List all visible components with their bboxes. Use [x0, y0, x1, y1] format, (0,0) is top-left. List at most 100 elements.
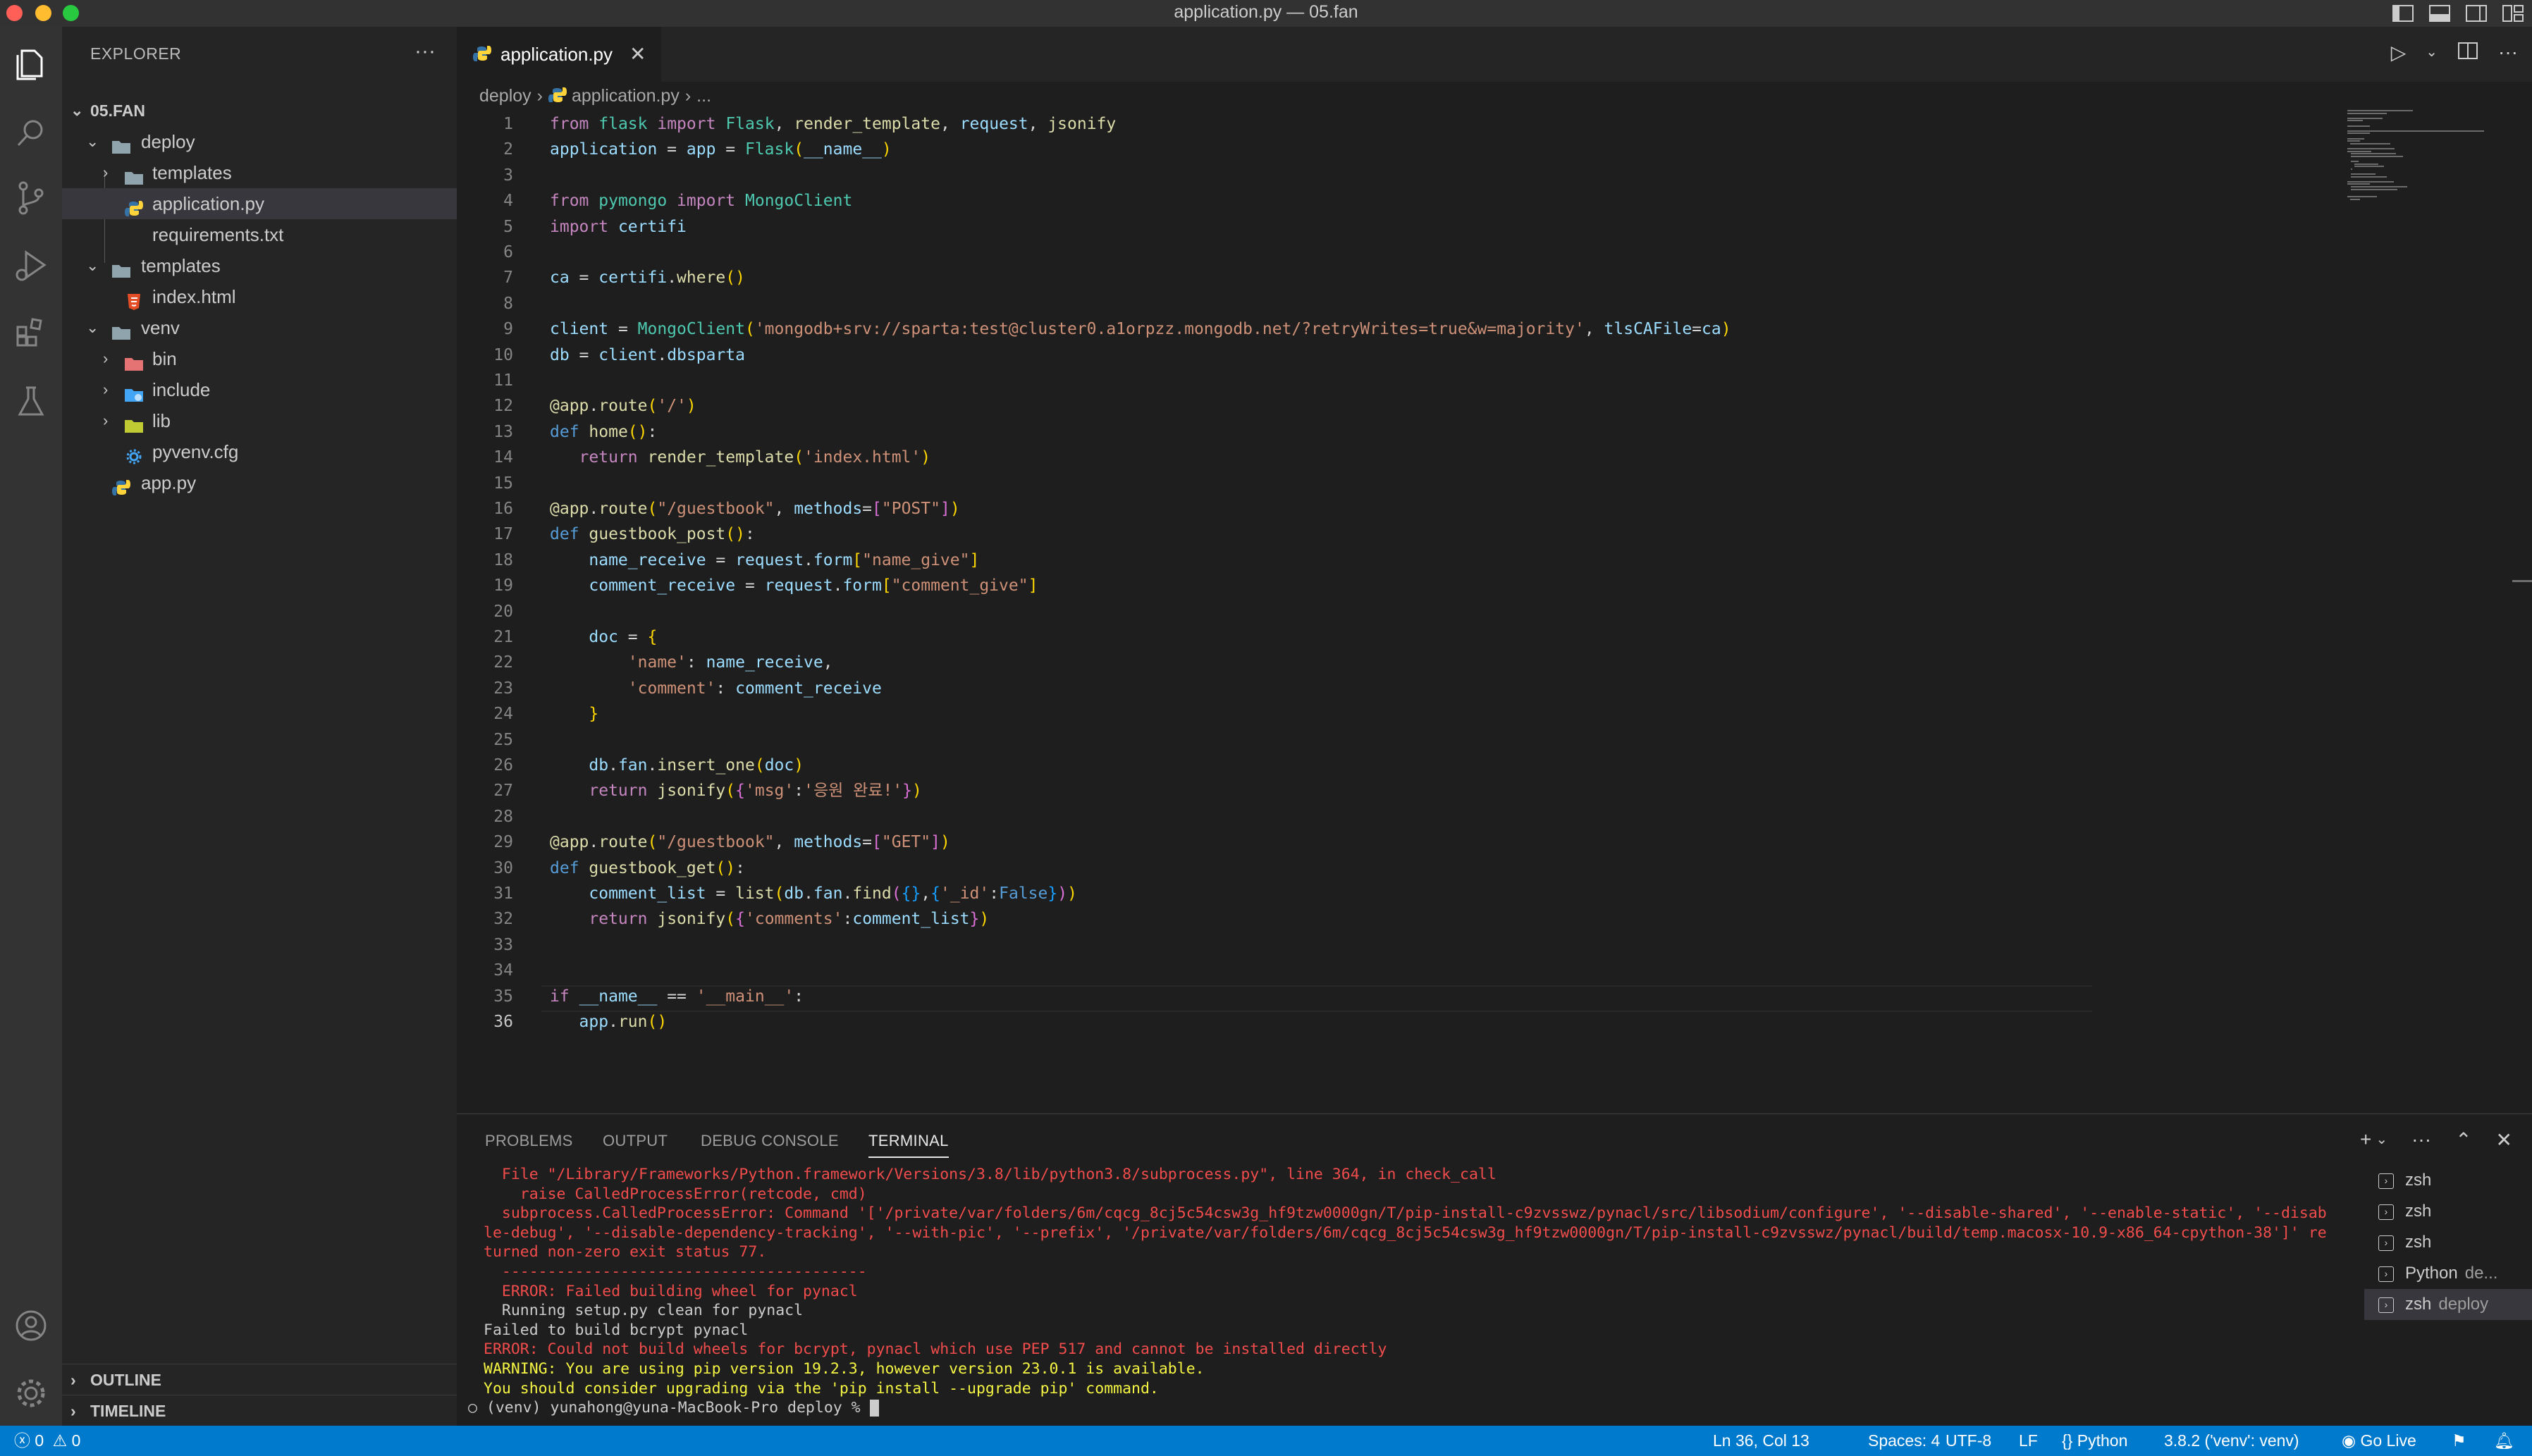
testing-icon[interactable]: [9, 379, 53, 423]
tab-application-py[interactable]: application.py ✕: [457, 27, 661, 82]
code-line[interactable]: 7 ca = certifi.where(): [457, 265, 2339, 290]
code-line[interactable]: 20: [457, 599, 2339, 624]
go-live-button[interactable]: ◉ Go Live: [2342, 1426, 2416, 1456]
code-editor[interactable]: 1 from flask import Flask, render_templat…: [457, 110, 2532, 1113]
code-line[interactable]: 29 @app.route("/guestbook", methods=["GET…: [457, 829, 2339, 855]
code-line[interactable]: 10 db = client.dbsparta: [457, 343, 2339, 368]
code-line[interactable]: 27 return jsonify({'msg':'응원 완료!'}): [457, 778, 2339, 803]
end-of-line[interactable]: LF: [2019, 1426, 2038, 1456]
code-line[interactable]: 18 name_receive = request.form["name_giv…: [457, 548, 2339, 573]
extensions-icon[interactable]: [9, 311, 53, 355]
code-line[interactable]: 14 return render_template('index.html'): [457, 445, 2339, 470]
code-line[interactable]: 23 'comment': comment_receive: [457, 676, 2339, 701]
tree-file-application-py[interactable]: application.py: [62, 188, 457, 219]
code-line[interactable]: 31 comment_list = list(db.fan.find({},{'…: [457, 881, 2339, 906]
tree-folder-templates[interactable]: › templates: [62, 157, 457, 188]
timeline-section[interactable]: › TIMELINE: [62, 1395, 457, 1426]
new-terminal-icon[interactable]: +: [2360, 1128, 2371, 1152]
code-line[interactable]: 5 import certifi: [457, 214, 2339, 240]
language-mode[interactable]: {} Python: [2062, 1426, 2127, 1456]
tree-folder-include[interactable]: › include: [62, 374, 457, 405]
code-line[interactable]: 36 app.run(): [457, 1009, 2339, 1035]
tab-problems[interactable]: PROBLEMS: [485, 1121, 573, 1161]
code-line[interactable]: 15: [457, 471, 2339, 496]
tree-file-index-html[interactable]: index.html: [62, 281, 457, 312]
code-line[interactable]: 17 def guestbook_post():: [457, 522, 2339, 547]
settings-gear-icon[interactable]: [9, 1371, 53, 1415]
terminal-item[interactable]: › Python de...: [2364, 1258, 2532, 1289]
maximize-panel-icon[interactable]: ⌃: [2455, 1128, 2471, 1152]
code-line[interactable]: 8: [457, 291, 2339, 316]
source-control-icon[interactable]: [9, 176, 53, 220]
notifications-icon[interactable]: 🔔︎: [2494, 1426, 2514, 1456]
terminal-item-active[interactable]: › zsh deploy: [2364, 1289, 2532, 1320]
python-interpreter[interactable]: 3.8.2 ('venv': venv): [2164, 1426, 2299, 1456]
tree-file-requirements-txt[interactable]: requirements.txt: [62, 219, 457, 250]
code-line[interactable]: 6: [457, 240, 2339, 265]
tree-file-pyvenv-cfg[interactable]: pyvenv.cfg: [62, 436, 457, 467]
code-line[interactable]: 9 client = MongoClient('mongodb+srv://spa…: [457, 316, 2339, 342]
code-line[interactable]: 13 def home():: [457, 419, 2339, 445]
explorer-more-actions-button[interactable]: ···: [414, 39, 436, 68]
code-line[interactable]: 22 'name': name_receive,: [457, 650, 2339, 675]
cursor-position[interactable]: Ln 36, Col 13: [1713, 1426, 1809, 1456]
code-line[interactable]: 21 doc = {: [457, 624, 2339, 650]
terminal-item[interactable]: › zsh: [2364, 1227, 2532, 1258]
chevron-down-icon[interactable]: ⌄: [2376, 1128, 2387, 1152]
code-line[interactable]: 24 }: [457, 701, 2339, 727]
tab-debug-console[interactable]: DEBUG CONSOLE: [701, 1121, 839, 1161]
tree-folder-venv[interactable]: ⌄ venv: [62, 312, 457, 343]
split-editor-icon[interactable]: [2457, 41, 2478, 66]
run-debug-icon[interactable]: [9, 244, 53, 288]
code-line[interactable]: 4 from pymongo import MongoClient: [457, 188, 2339, 214]
code-line[interactable]: 19 comment_receive = request.form["comme…: [457, 573, 2339, 598]
search-icon[interactable]: [9, 111, 53, 155]
tree-file-app-py[interactable]: app.py: [62, 467, 457, 498]
more-actions-icon[interactable]: ···: [2411, 1128, 2431, 1152]
code-line[interactable]: 1 from flask import Flask, render_templat…: [457, 111, 2339, 137]
tree-folder-deploy[interactable]: ⌄ deploy: [62, 126, 457, 157]
account-icon[interactable]: [9, 1304, 53, 1347]
code-line[interactable]: 2 application = app = Flask(__name__): [457, 137, 2339, 162]
code-line[interactable]: 25: [457, 727, 2339, 753]
tree-folder-bin[interactable]: › bin: [62, 343, 457, 374]
tab-output[interactable]: OUTPUT: [603, 1121, 668, 1161]
tree-folder-templates-root[interactable]: ⌄ templates: [62, 250, 457, 281]
breadcrumb-symbol[interactable]: ...: [696, 86, 711, 106]
code-line[interactable]: 26 db.fan.insert_one(doc): [457, 753, 2339, 778]
toggle-panel-icon[interactable]: [2428, 3, 2452, 24]
breadcrumb-file[interactable]: application.py: [572, 86, 680, 106]
run-python-file-icon[interactable]: ▷: [2391, 41, 2407, 66]
code-line[interactable]: 3: [457, 163, 2339, 188]
close-panel-icon[interactable]: ✕: [2496, 1128, 2512, 1152]
minimap[interactable]: [2347, 110, 2509, 223]
code-line[interactable]: 34: [457, 958, 2339, 983]
tab-terminal[interactable]: TERMINAL: [868, 1125, 949, 1158]
code-line[interactable]: 28: [457, 804, 2339, 829]
breadcrumb-folder[interactable]: deploy: [479, 86, 531, 106]
terminal-item[interactable]: › zsh: [2364, 1165, 2532, 1196]
more-actions-icon[interactable]: ···: [2498, 41, 2518, 66]
terminal-output[interactable]: File "/Library/Frameworks/Python.framewo…: [468, 1165, 2330, 1426]
terminal-item[interactable]: › zsh: [2364, 1196, 2532, 1227]
toggle-primary-sidebar-icon[interactable]: [2391, 3, 2415, 24]
toggle-secondary-sidebar-icon[interactable]: [2464, 3, 2488, 24]
code-line[interactable]: 30 def guestbook_get():: [457, 856, 2339, 881]
chevron-down-icon[interactable]: ⌄: [2426, 41, 2438, 66]
indentation[interactable]: Spaces: 4: [1868, 1426, 1940, 1456]
outline-section[interactable]: › OUTLINE: [62, 1364, 457, 1395]
tree-folder-lib[interactable]: › lib: [62, 405, 457, 436]
code-line[interactable]: 32 return jsonify({'comments':comment_li…: [457, 906, 2339, 932]
explorer-icon[interactable]: [9, 42, 53, 86]
code-line[interactable]: 12 @app.route('/'): [457, 393, 2339, 419]
problems-status[interactable]: ⓧ 0 ⚠ 0: [14, 1426, 80, 1456]
code-line[interactable]: 16 @app.route("/guestbook", methods=["POS…: [457, 496, 2339, 522]
code-line[interactable]: 11: [457, 368, 2339, 393]
close-tab-icon[interactable]: ✕: [629, 27, 646, 82]
code-line[interactable]: 33: [457, 932, 2339, 958]
feedback-icon[interactable]: ⚑: [2452, 1426, 2466, 1456]
encoding[interactable]: UTF-8: [1946, 1426, 1991, 1456]
workspace-root[interactable]: ⌄ 05.FAN: [62, 95, 457, 126]
terminal-prompt[interactable]: ○ (venv) yunahong@yuna-MacBook-Pro deplo…: [468, 1398, 2330, 1418]
code-line[interactable]: 35 if __name__ == '__main__':: [457, 984, 2339, 1009]
